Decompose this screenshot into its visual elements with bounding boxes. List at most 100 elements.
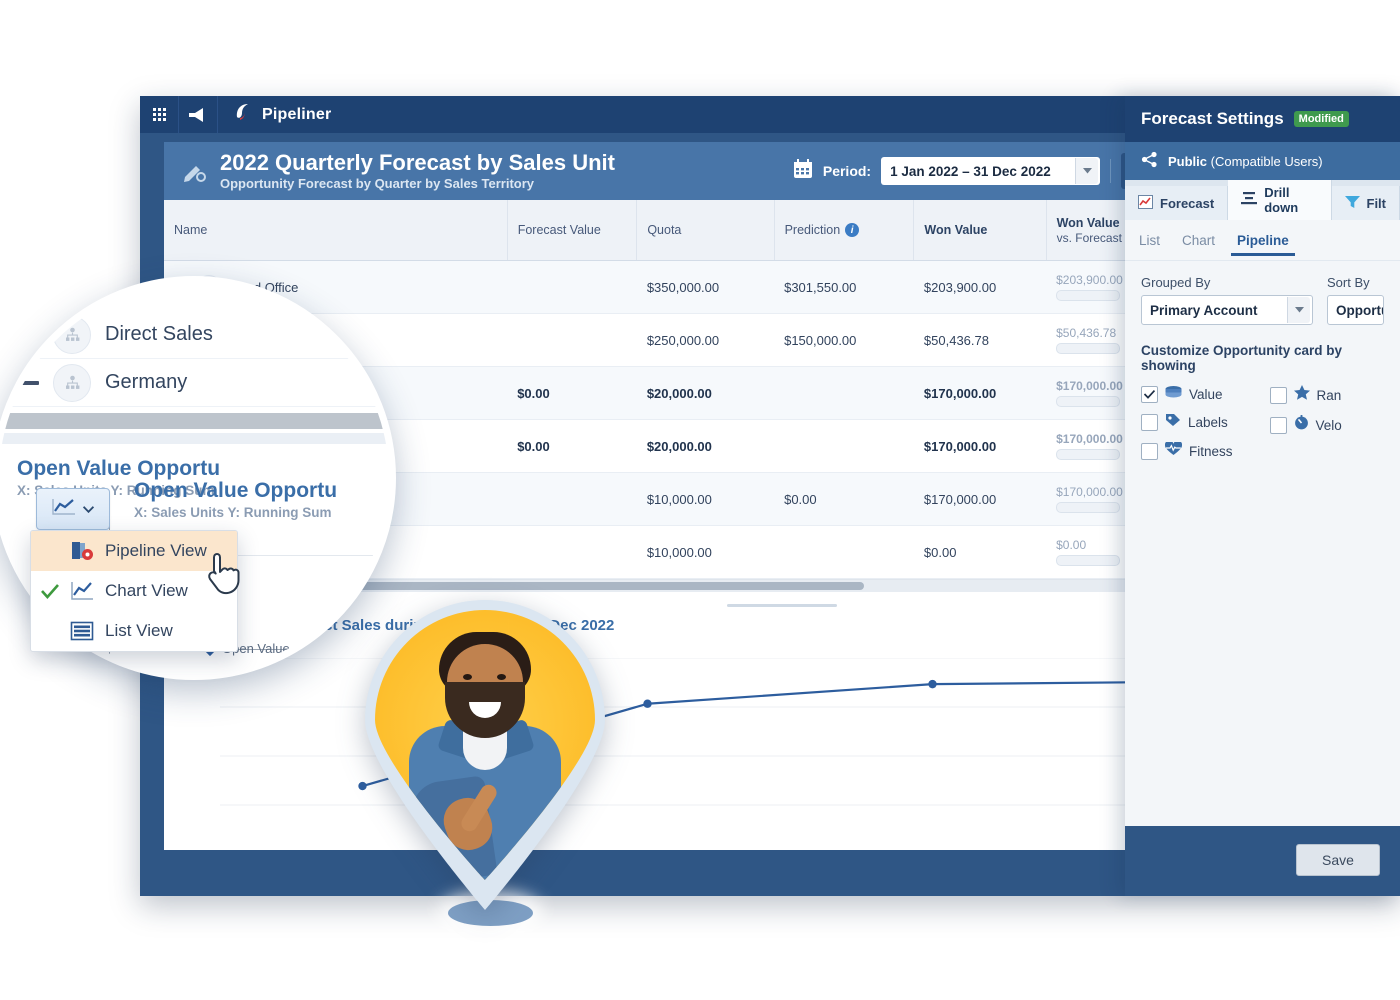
cell-prediction[interactable] [774,420,914,473]
cell-won-value[interactable]: $170,000.00 [914,420,1046,473]
cell-quota[interactable]: $250,000.00 [637,314,774,367]
magnified-row-germany[interactable]: Germany [0,359,389,407]
cell-prediction[interactable] [774,526,914,579]
info-icon[interactable]: i [845,223,859,237]
period-select[interactable]: 1 Jan 2022 – 31 Dec 2022 [881,157,1100,185]
cell-quota[interactable]: $10,000.00 [637,473,774,526]
cell-prediction[interactable]: $150,000.00 [774,314,914,367]
checkbox-box[interactable] [1141,443,1158,460]
cell-prediction[interactable]: $0.00 [774,473,914,526]
progress-bar [1056,502,1120,513]
cell-forecast-value[interactable]: $0.00 [507,420,637,473]
checkbox-fitness[interactable]: Fitness [1141,442,1256,461]
checkbox-labels-label: Labels [1188,415,1228,430]
star-icon [1294,385,1310,405]
pipeline-view-icon [69,540,95,562]
settings-visibility-row[interactable]: Public (Compatible Users) [1125,142,1400,180]
checkbox-box[interactable] [1270,387,1287,404]
page-subtitle: Opportunity Forecast by Quarter by Sales… [220,175,615,192]
data-point[interactable] [643,700,651,708]
megaphone-icon[interactable] [178,96,218,133]
cell-quota[interactable]: $20,000.00 [637,367,774,420]
checkbox-velocity-label: Velo [1316,418,1342,433]
drill-down-icon [1241,191,1257,209]
collapse-icon[interactable] [17,381,39,385]
tab-filter[interactable]: Filt [1332,186,1400,220]
tag-icon [1165,413,1181,432]
magnified-scrollbar[interactable] [0,413,389,429]
chevron-down-icon[interactable] [83,500,94,518]
settings-modified-badge: Modified [1294,111,1349,127]
tab-forecast[interactable]: Forecast [1125,186,1228,220]
page-title: 2022 Quarterly Forecast by Sales Unit [220,150,615,175]
person-photo [375,610,595,880]
cell-forecast-value[interactable] [507,473,637,526]
menu-item-list-view[interactable]: List View [31,611,237,651]
cell-won-value[interactable]: $50,436.78 [914,314,1046,367]
cell-won-value[interactable]: $170,000.00 [914,367,1046,420]
column-header-name[interactable]: Name [164,200,507,261]
data-point[interactable] [928,680,936,688]
cell-won-value[interactable]: $0.00 [914,526,1046,579]
settings-panel-header: Forecast Settings Modified [1125,96,1400,142]
cell-forecast-value[interactable]: $0.00 [507,367,637,420]
cell-forecast-value[interactable] [507,261,637,314]
magnified-scrollbar-track [0,433,389,444]
pipeliner-logo-icon [232,101,254,128]
cell-forecast-value[interactable] [507,526,637,579]
customize-card-title: Customize Opportunity card by showing [1141,343,1384,373]
sort-by-select[interactable]: Opportuni [1327,295,1384,325]
column-header-forecast-value[interactable]: Forecast Value [507,200,637,261]
settings-scope-detail: (Compatible Users) [1211,154,1323,169]
collapse-icon[interactable] [17,333,39,337]
grouped-by-select[interactable]: Primary Account [1141,295,1313,325]
view-type-button[interactable] [36,488,110,530]
subtab-list[interactable]: List [1139,233,1160,255]
checkbox-box[interactable] [1270,417,1287,434]
magnified-row-direct-sales[interactable]: Direct Sales [0,311,389,359]
period-label: Period: [823,163,871,179]
chart-view-icon [69,581,95,601]
cell-won-value[interactable]: $170,000.00 [914,473,1046,526]
column-header-prediction[interactable]: Predictioni [774,200,914,261]
subtab-pipeline[interactable]: Pipeline [1237,233,1289,255]
calendar-icon [793,159,813,184]
column-header-won-value[interactable]: Won Value [914,200,1046,261]
checkbox-box[interactable] [1141,414,1158,431]
cell-forecast-value[interactable] [507,314,637,367]
chevron-down-icon[interactable] [1075,158,1098,184]
line-chart-icon [52,498,76,521]
subtab-chart[interactable]: Chart [1182,233,1215,255]
settings-scope: Public [1168,154,1207,169]
progress-bar [1056,396,1120,407]
cell-won-value[interactable]: $203,900.00 [914,261,1046,314]
checkbox-box[interactable] [1141,386,1158,403]
cell-quota[interactable]: $20,000.00 [637,420,774,473]
checkbox-value[interactable]: Value [1141,385,1256,403]
checkbox-velocity[interactable]: Velo [1270,415,1385,435]
forecast-settings-panel: Forecast Settings Modified Public (Compa… [1125,96,1400,896]
tab-drill-down-label: Drill down [1264,185,1317,215]
tab-drill-down[interactable]: Drill down [1228,180,1331,220]
panel-resize-grip[interactable] [727,604,837,607]
divider [1110,159,1111,183]
checkbox-column-left: Value Labels Fitness [1141,385,1256,471]
save-button[interactable]: Save [1296,844,1380,876]
menu-item-label: List View [105,621,173,641]
person-eye-left [463,674,472,680]
speedometer-icon [1294,415,1309,435]
progress-bar [1056,555,1120,566]
cell-prediction[interactable] [774,367,914,420]
checkbox-labels[interactable]: Labels [1141,413,1256,432]
column-header-quota[interactable]: Quota [637,200,774,261]
settings-panel-title: Forecast Settings [1141,109,1284,129]
apps-grid-icon[interactable] [140,96,178,133]
cell-prediction[interactable]: $301,550.00 [774,261,914,314]
brand: Pipeliner [218,101,331,128]
sort-by-label: Sort By [1327,275,1384,290]
cell-quota[interactable]: $350,000.00 [637,261,774,314]
checkbox-rank[interactable]: Ran [1270,385,1385,405]
heartbeat-icon [1165,442,1182,461]
cell-quota[interactable]: $10,000.00 [637,526,774,579]
chevron-down-icon[interactable] [1287,297,1310,323]
